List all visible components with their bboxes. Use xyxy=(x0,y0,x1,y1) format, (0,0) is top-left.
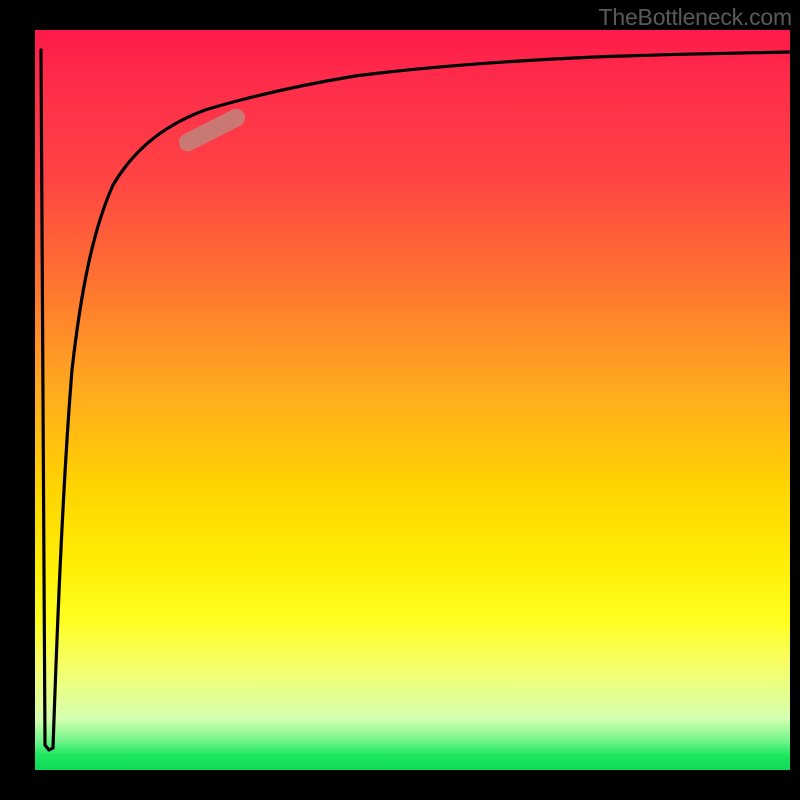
watermark-text: TheBottleneck.com xyxy=(599,4,792,31)
chart-container: TheBottleneck.com xyxy=(0,0,800,800)
bottleneck-curve xyxy=(41,50,789,750)
chart-curve-layer xyxy=(35,30,790,770)
